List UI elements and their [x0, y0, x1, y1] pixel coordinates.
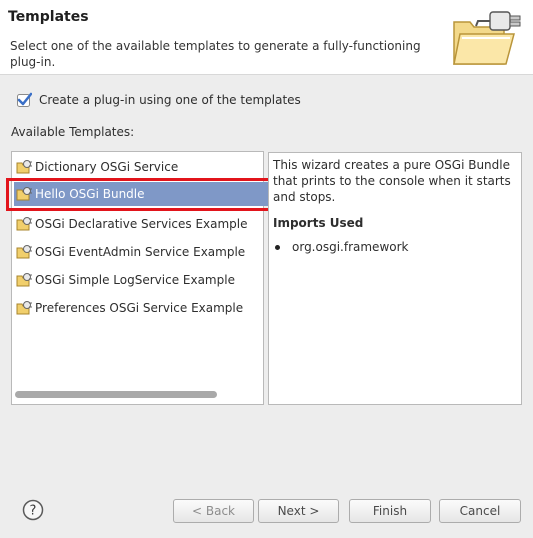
- templates-list[interactable]: Dictionary OSGi Service Hello OSGi Bundl…: [11, 151, 271, 405]
- list-item-osgi-eventadmin-service-example[interactable]: OSGi EventAdmin Service Example: [16, 240, 262, 264]
- template-icon: [16, 217, 32, 231]
- horizontal-scrollbar[interactable]: [15, 391, 217, 398]
- bullet-icon: [275, 244, 280, 250]
- help-glyph: ?: [30, 504, 37, 519]
- cancel-button[interactable]: Cancel: [439, 499, 521, 523]
- folder-plugin-icon: [453, 11, 521, 65]
- list-item-label: Preferences OSGi Service Example: [35, 301, 244, 315]
- list-item-osgi-declarative-services-example[interactable]: OSGi Declarative Services Example: [16, 212, 262, 236]
- available-templates-label: Available Templates:: [11, 125, 135, 139]
- list-item-label: Hello OSGi Bundle: [35, 187, 145, 201]
- finish-button[interactable]: Finish: [349, 499, 431, 523]
- list-item-preferences-osgi-service-example[interactable]: Preferences OSGi Service Example: [16, 296, 262, 320]
- checkbox-checked-icon[interactable]: [16, 92, 32, 108]
- wizard-banner: Templates Select one of the available te…: [0, 0, 533, 75]
- template-icon: [16, 301, 32, 315]
- imports-used-heading: Imports Used: [273, 216, 364, 230]
- template-icon: [16, 160, 32, 174]
- template-icon: [16, 187, 32, 201]
- use-template-label: Create a plug-in using one of the templa…: [39, 93, 301, 107]
- list-item-dictionary-osgi-service[interactable]: Dictionary OSGi Service: [16, 155, 262, 179]
- template-description: This wizard creates a pure OSGi Bundle t…: [273, 158, 511, 204]
- list-item-label: OSGi Declarative Services Example: [35, 217, 248, 231]
- list-item-label: OSGi EventAdmin Service Example: [35, 245, 246, 259]
- list-item-label: Dictionary OSGi Service: [35, 160, 179, 174]
- template-icon: [16, 245, 32, 259]
- page-title: Templates: [8, 9, 89, 25]
- import-label: org.osgi.framework: [292, 240, 409, 254]
- use-template-option[interactable]: Create a plug-in using one of the templa…: [16, 92, 301, 108]
- template-description-panel: This wizard creates a pure OSGi Bundle t…: [268, 152, 522, 405]
- help-icon[interactable]: ?: [22, 499, 44, 521]
- template-icon: [16, 273, 32, 287]
- import-item: org.osgi.framework: [273, 240, 408, 254]
- list-item-label: OSGi Simple LogService Example: [35, 273, 235, 287]
- list-item-hello-osgi-bundle[interactable]: Hello OSGi Bundle: [14, 182, 271, 206]
- list-item-osgi-simple-logservice-example[interactable]: OSGi Simple LogService Example: [16, 268, 262, 292]
- next-button[interactable]: Next >: [258, 499, 339, 523]
- back-button[interactable]: < Back: [173, 499, 254, 523]
- page-description: Select one of the available templates to…: [10, 39, 421, 69]
